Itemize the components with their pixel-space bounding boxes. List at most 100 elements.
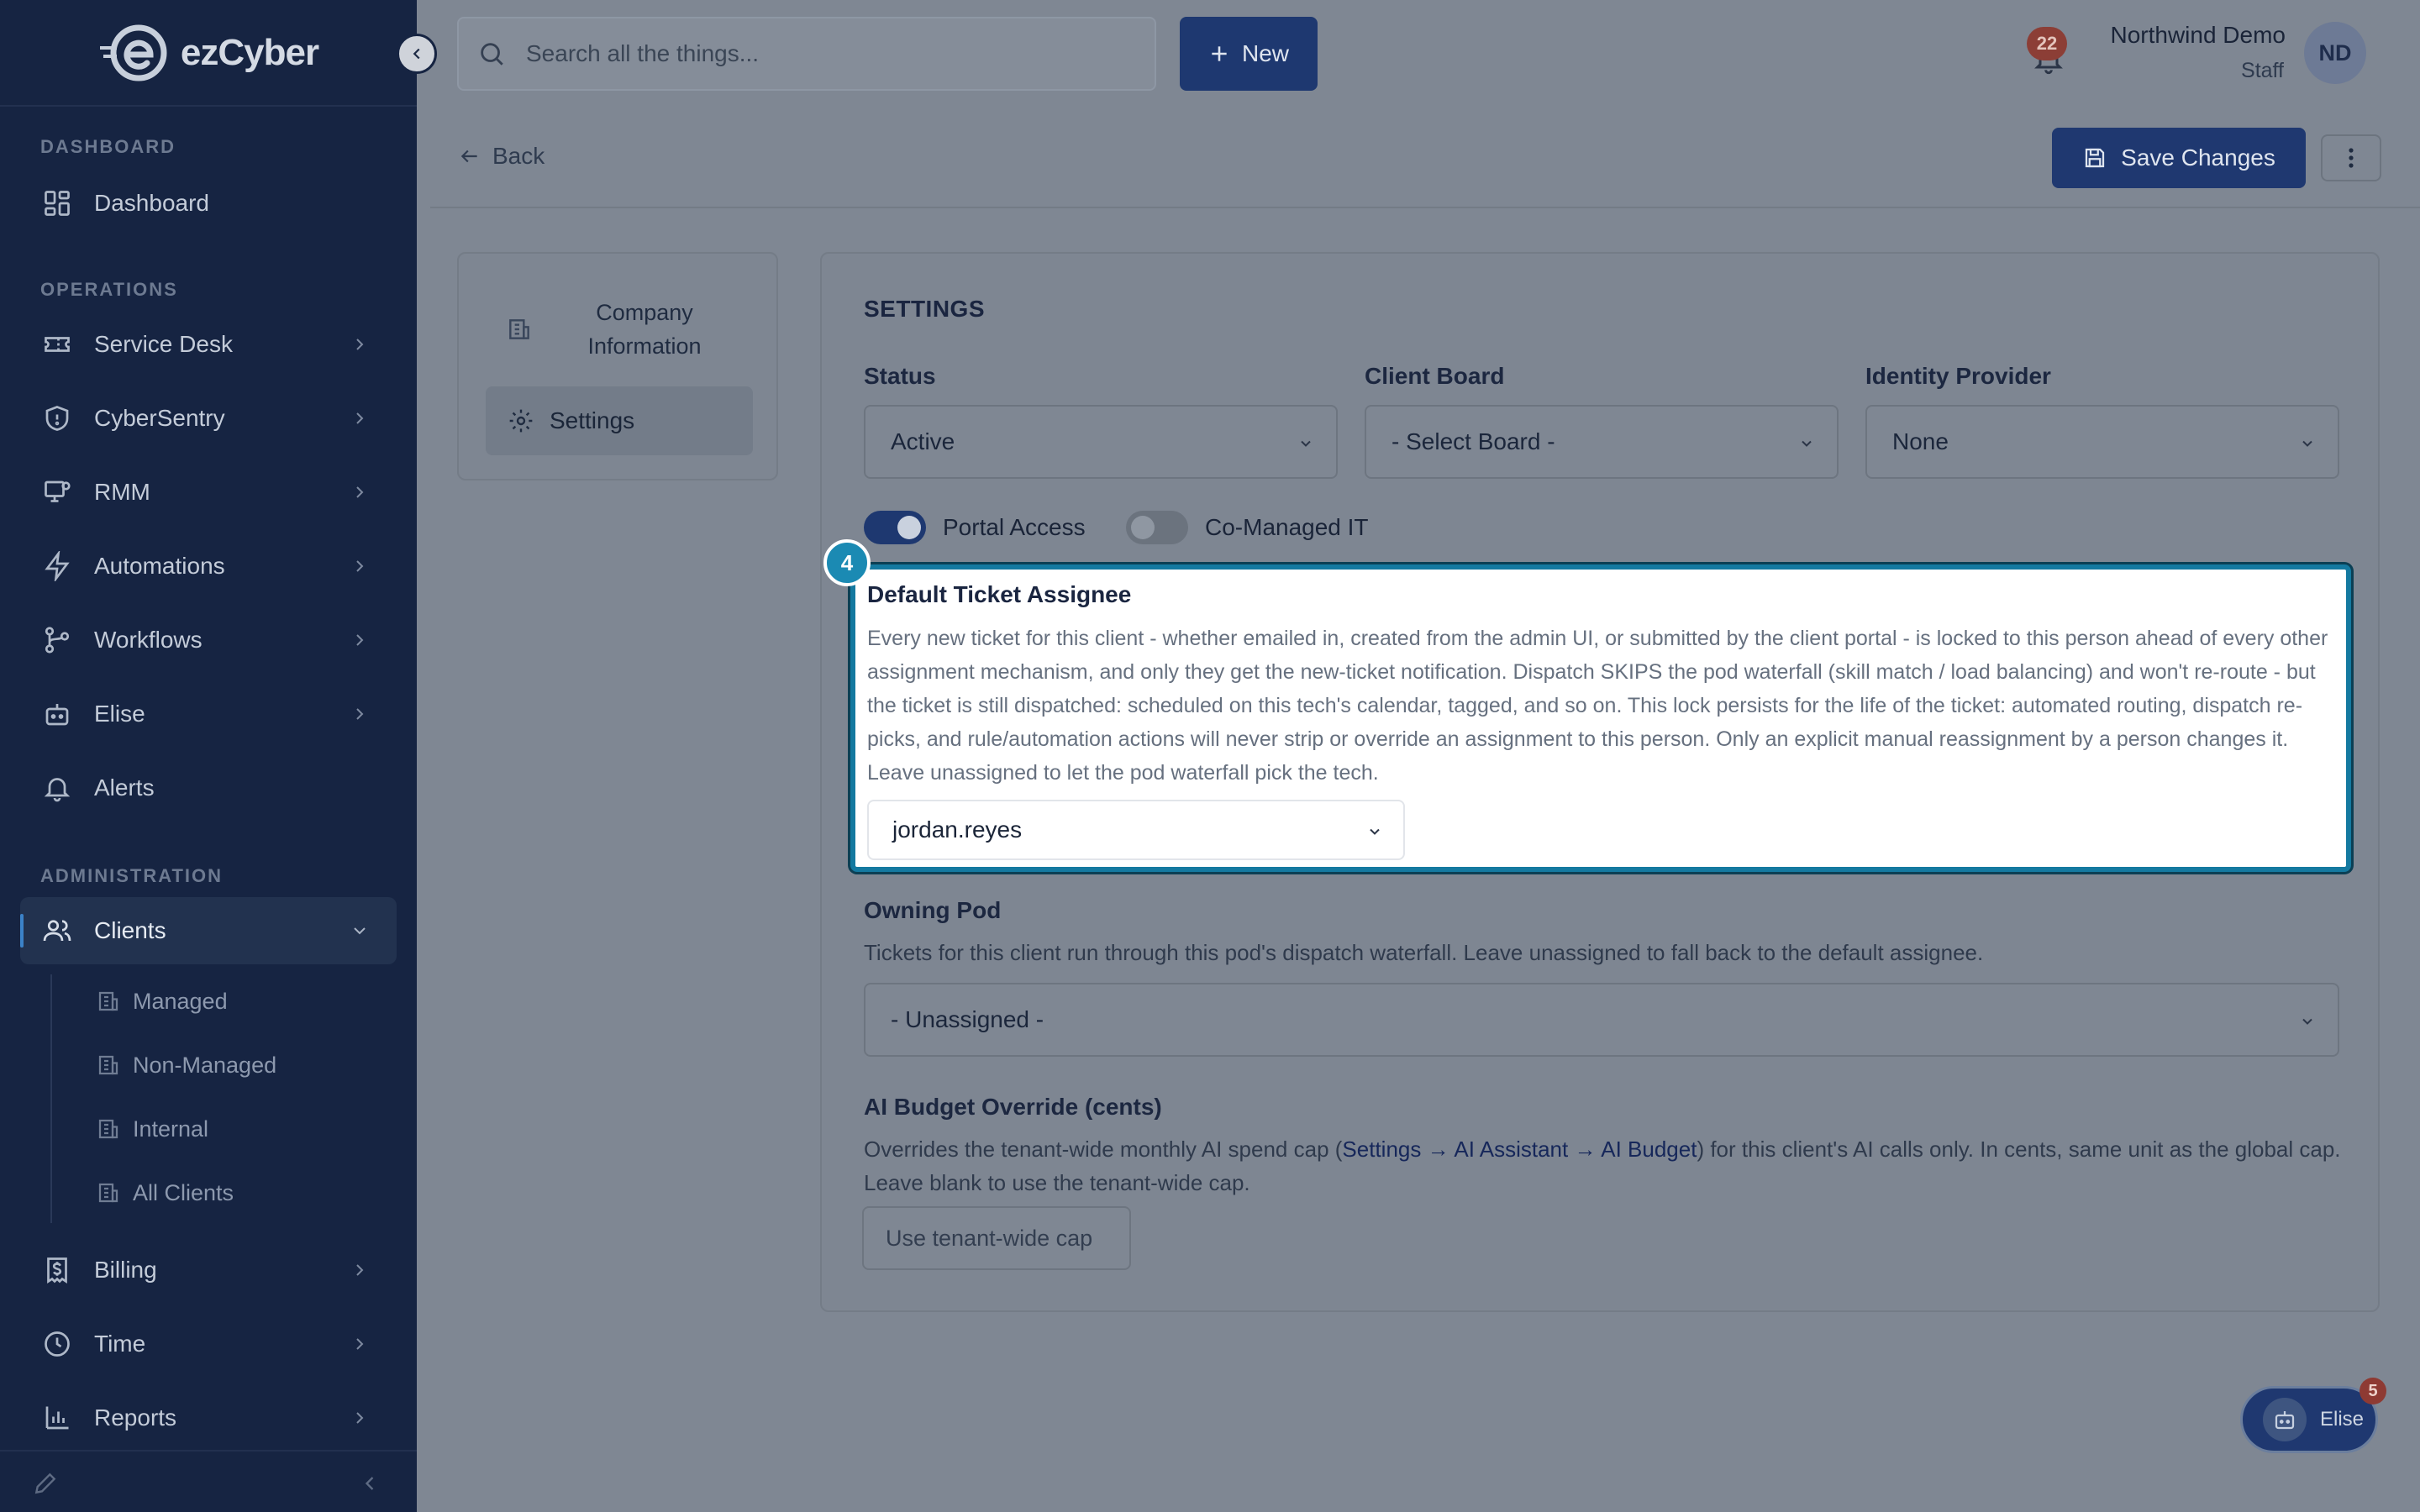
identity-provider-select[interactable]: None [1865,405,2339,479]
elise-assistant-button[interactable]: Elise [2240,1386,2378,1453]
page-actions-bar: Back Save Changes [430,114,2420,208]
brand-name: ezCyber [180,31,319,73]
status-select[interactable]: Active [864,405,1338,479]
sidebar-item-service-desk[interactable]: Service Desk [20,311,397,378]
collapse-sidebar-icon[interactable] [358,1472,381,1495]
receipt-dollar-icon [40,1253,74,1287]
sidebar-item-label: CyberSentry [94,405,225,431]
client-board-select[interactable]: - Select Board - [1365,405,1839,479]
notifications-badge: 22 [2027,27,2067,60]
elise-badge: 5 [2360,1378,2386,1404]
tab-settings[interactable]: Settings [486,386,753,455]
default-assignee-label: Default Ticket Assignee [867,581,1132,607]
global-search[interactable] [457,17,1156,91]
elise-label: Elise [2320,1408,2365,1431]
pencil-icon[interactable] [32,1470,59,1497]
co-managed-toggle[interactable] [1126,511,1188,544]
sidebar-item-label: Dashboard [94,190,209,216]
avatar[interactable]: ND [2304,22,2366,84]
more-options-button[interactable] [2321,134,2381,181]
sidebar-subitem-label: Non-Managed [133,1052,277,1078]
tab-company-information[interactable]: Company Information [506,296,758,363]
building-icon [96,989,121,1014]
default-assignee-select[interactable]: jordan.reyes [867,800,1405,860]
status-label: Status [864,363,936,389]
new-button-label: New [1241,40,1289,66]
sidebar-item-label: Reports [94,1404,177,1431]
sidebar-subitem-managed[interactable]: Managed [50,974,387,1028]
status-value: Active [891,428,955,454]
building-icon [96,1116,121,1142]
owning-pod-select[interactable]: - Unassigned - [864,983,2339,1057]
identity-provider-value: None [1892,428,1949,454]
sidebar-item-clients[interactable]: Clients [20,897,397,964]
sidebar-subitem-non-managed[interactable]: Non-Managed [50,1038,387,1092]
search-input[interactable] [526,40,1114,67]
chevron-down-icon [2299,1013,2316,1030]
sidebar-subitem-internal[interactable]: Internal [50,1102,387,1156]
sidebar-footer [0,1450,417,1512]
toggle-knob [1131,516,1155,539]
tab-label: Company Information [587,300,702,359]
sidebar-item-time[interactable]: Time [20,1310,397,1378]
sidebar-item-rmm[interactable]: RMM [20,459,397,526]
ticket-icon [40,328,74,361]
client-section-tabs: Company Information Settings [457,252,778,480]
default-ticket-assignee-panel: Default Ticket Assignee Every new ticket… [850,564,2351,872]
save-changes-button[interactable]: Save Changes [2052,128,2306,188]
chevron-right-icon [350,1408,370,1428]
ai-budget-label: AI Budget Override (cents) [864,1094,1162,1120]
owning-pod-description: Tickets for this client run through this… [864,940,1984,965]
sidebar-item-billing[interactable]: Billing [20,1236,397,1304]
sidebar: ezCyber DASHBOARD Dashboard OPERATIONS S… [0,0,417,1512]
section-operations: OPERATIONS [40,279,178,300]
arrow-left-icon [459,145,481,167]
new-button[interactable]: New [1180,17,1318,91]
ai-budget-description: Overrides the tenant-wide monthly AI spe… [864,1132,2343,1200]
sidebar-item-label: Elise [94,701,145,727]
chevron-right-icon [350,408,370,428]
sidebar-item-reports[interactable]: Reports [20,1384,397,1452]
sidebar-item-workflows[interactable]: Workflows [20,606,397,674]
chevron-right-icon [350,334,370,354]
chevron-down-icon [2299,435,2316,452]
chevron-down-icon [1297,435,1314,452]
clock-icon [40,1327,74,1361]
owning-pod-value: - Unassigned - [891,1006,1044,1032]
sidebar-subitem-all-clients[interactable]: All Clients [50,1166,387,1220]
sidebar-item-cybersentry[interactable]: CyberSentry [20,385,397,452]
user-name[interactable]: Northwind Demo [2110,22,2286,49]
robot-icon [2263,1398,2307,1441]
brand-logo[interactable]: ezCyber [0,0,417,107]
sidebar-item-label: Billing [94,1257,157,1283]
chevron-right-icon [350,630,370,650]
co-managed-label: Co-Managed IT [1205,514,1369,540]
ezcyber-logo-icon [98,23,176,83]
plus-icon [1208,43,1230,65]
sidebar-item-elise[interactable]: Elise [20,680,397,748]
ai-budget-input[interactable]: Use tenant-wide cap [862,1206,1131,1270]
section-title: SETTINGS [864,296,986,322]
building-icon [506,316,533,343]
save-label: Save Changes [2121,144,2275,171]
ai-budget-settings-link[interactable]: Settings → AI Assistant → AI Budget [1342,1137,1697,1162]
default-assignee-value: jordan.reyes [892,816,1023,843]
kebab-icon [2348,147,2354,169]
sidebar-item-alerts[interactable]: Alerts [20,754,397,822]
chevron-left-icon [408,45,426,63]
sidebar-subitem-label: Internal [133,1116,209,1142]
sidebar-toggle-button[interactable] [397,34,437,74]
section-dashboard: DASHBOARD [40,136,176,157]
back-link[interactable]: Back [459,143,544,170]
users-icon [40,914,74,948]
sidebar-item-dashboard[interactable]: Dashboard [20,170,397,237]
building-icon [96,1180,121,1205]
ai-budget-desc-before: Overrides the tenant-wide monthly AI spe… [864,1137,1343,1162]
portal-access-toggle[interactable] [864,511,926,544]
sidebar-item-label: Time [94,1331,146,1357]
client-board-value: - Select Board - [1392,428,1555,454]
sidebar-item-label: Clients [94,917,166,943]
sidebar-item-automations[interactable]: Automations [20,533,397,600]
topbar: New 22 Northwind Demo Staff ND [417,0,2420,107]
sidebar-subitem-label: Managed [133,988,228,1014]
